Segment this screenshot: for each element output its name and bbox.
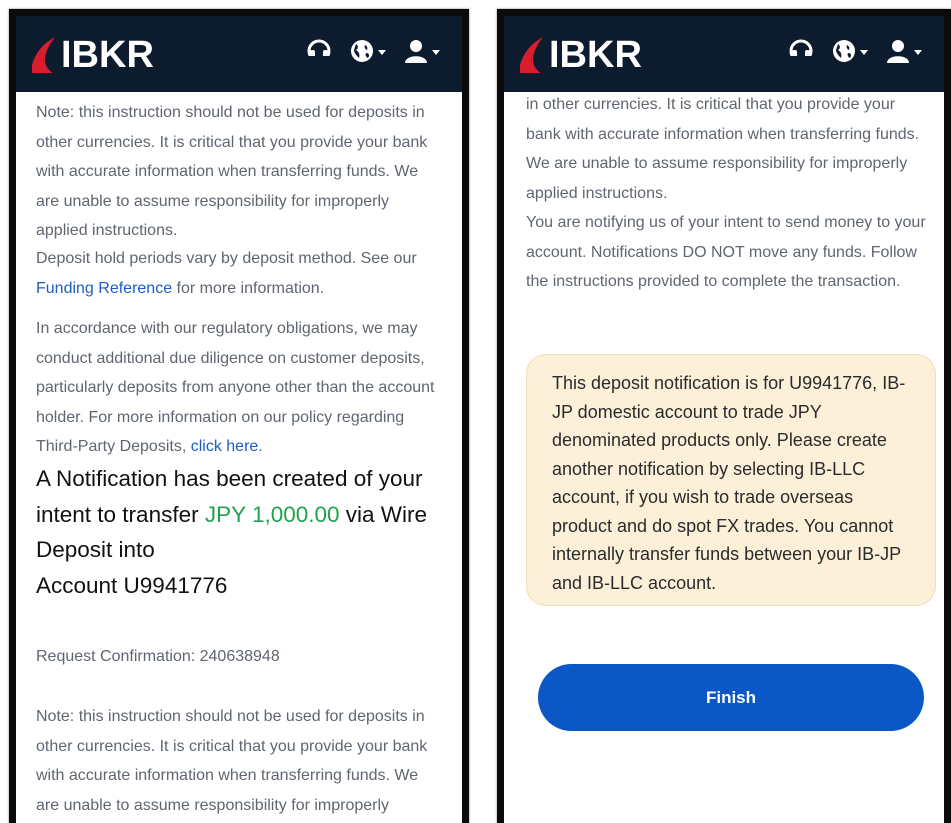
globe-icon xyxy=(351,40,373,62)
ibkr-logo[interactable]: IBKR xyxy=(29,30,154,80)
chevron-down-icon xyxy=(378,49,386,55)
third-party-deposits-link[interactable]: click here xyxy=(191,438,259,455)
support-headset-icon[interactable] xyxy=(306,38,332,64)
notice-text: This deposit notification is for U994177… xyxy=(552,373,906,593)
language-globe-button[interactable] xyxy=(350,39,386,63)
funding-reference-link[interactable]: Funding Reference xyxy=(36,280,172,297)
chevron-down-icon xyxy=(432,49,440,55)
chevron-down-icon xyxy=(914,49,922,55)
app-header: IBKR xyxy=(504,16,944,92)
transfer-amount: JPY 1,000.00 xyxy=(204,501,340,527)
right-phone-screen: IBKR in other currencies. It is critical… xyxy=(497,9,951,823)
logo-text: IBKR xyxy=(549,34,642,76)
finish-button[interactable]: Finish xyxy=(538,664,924,731)
request-confirmation: Request Confirmation: 240638948 xyxy=(36,648,280,665)
user-icon xyxy=(405,40,427,63)
ibkr-logo[interactable]: IBKR xyxy=(517,30,642,80)
hold-period-text: Deposit hold periods vary by deposit met… xyxy=(36,250,417,297)
user-menu-button[interactable] xyxy=(404,39,440,63)
language-globe-button[interactable] xyxy=(832,39,868,63)
deposit-currency-note-tail: in other currencies. It is critical that… xyxy=(526,96,920,202)
notification-heading: A Notification has been created of your … xyxy=(36,466,428,598)
user-menu-button[interactable] xyxy=(886,39,922,63)
globe-icon xyxy=(833,40,855,62)
chevron-down-icon xyxy=(860,49,868,55)
flame-logo-icon xyxy=(520,37,543,73)
user-icon xyxy=(887,40,909,63)
logo-text: IBKR xyxy=(61,34,154,76)
deposit-currency-note: Note: this instruction should not be use… xyxy=(36,104,428,239)
intent-notification-text: You are notifying us of your intent to s… xyxy=(526,214,926,290)
regulatory-text: In accordance with our regulatory obliga… xyxy=(36,320,435,455)
deposit-currency-note-repeat: Note: this instruction should not be use… xyxy=(36,708,428,814)
support-headset-icon[interactable] xyxy=(788,38,814,64)
flame-logo-icon xyxy=(32,37,55,73)
account-restriction-notice: This deposit notification is for U994177… xyxy=(526,354,936,606)
left-phone-screen: IBKR Note: this instruction should not b… xyxy=(9,9,469,823)
account-number: Account U9941776 xyxy=(36,572,228,598)
app-header: IBKR xyxy=(16,16,462,92)
